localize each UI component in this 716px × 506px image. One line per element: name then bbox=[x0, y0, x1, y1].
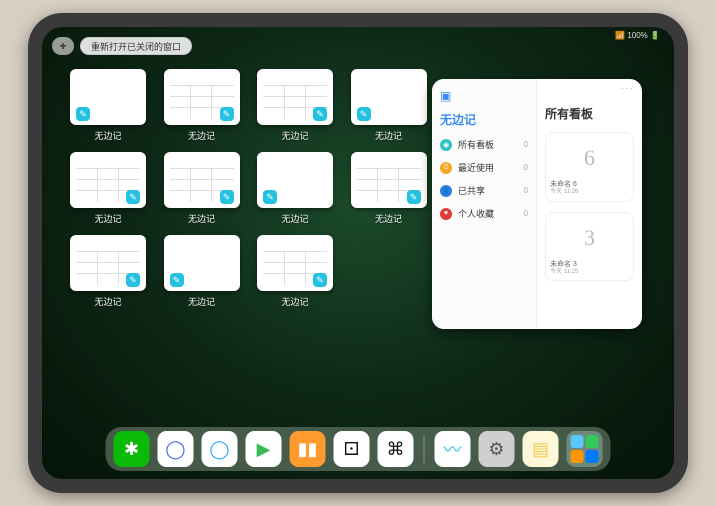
sidebar-item-count: 0 bbox=[524, 163, 528, 172]
boards-title: 所有看板 bbox=[545, 105, 634, 122]
freeform-sidebar: ▣ 无边记 ◉ 所有看板 0 ⏱ 最近使用 0 👤 已共享 0 ♥ 个人收藏 0 bbox=[432, 79, 537, 329]
sidebar-item-label: 所有看板 bbox=[458, 138, 494, 151]
window-label: 无边记 bbox=[94, 129, 121, 142]
sidebar-item-icon: 👤 bbox=[440, 185, 452, 197]
board-subtitle: 今天 11:25 bbox=[550, 269, 629, 276]
window-card[interactable]: 无边记 bbox=[70, 69, 146, 142]
sidebar-item[interactable]: 👤 已共享 0 bbox=[440, 184, 528, 197]
board-meta: 未命名 3今天 11:25 bbox=[550, 261, 629, 277]
freeform-app-chip-icon bbox=[76, 107, 90, 121]
battery-icon: 🔋 bbox=[650, 31, 660, 40]
dock-app-settings[interactable]: ⚙ bbox=[479, 431, 515, 467]
dock-app-browser-2[interactable]: ◯ bbox=[202, 431, 238, 467]
window-card[interactable]: 无边记 bbox=[351, 152, 427, 225]
window-label: 无边记 bbox=[94, 212, 121, 225]
new-window-button[interactable]: + bbox=[52, 37, 74, 55]
battery-text: 100% bbox=[627, 31, 647, 40]
window-thumbnail bbox=[70, 152, 146, 208]
dock-app-browser-1[interactable]: ◯ bbox=[158, 431, 194, 467]
window-label: 无边记 bbox=[94, 295, 121, 308]
dock-separator bbox=[424, 435, 425, 463]
freeform-app-chip-icon bbox=[313, 107, 327, 121]
window-label: 无边记 bbox=[281, 129, 308, 142]
window-card[interactable]: 无边记 bbox=[164, 69, 240, 142]
freeform-app-chip-icon bbox=[407, 190, 421, 204]
window-label: 无边记 bbox=[188, 212, 215, 225]
window-thumbnail bbox=[164, 152, 240, 208]
window-overview-grid: 无边记无边记无边记无边记无边记无边记无边记无边记无边记无边记无边记 bbox=[70, 69, 430, 308]
dock-folder[interactable] bbox=[567, 431, 603, 467]
more-button[interactable]: ··· bbox=[621, 83, 634, 94]
window-label: 无边记 bbox=[188, 295, 215, 308]
screen: 📶 100% 🔋 + 重新打开已关闭的窗口 无边记无边记无边记无边记无边记无边记… bbox=[42, 27, 674, 479]
sidebar-item[interactable]: ⏱ 最近使用 0 bbox=[440, 161, 528, 174]
sidebar-item-label: 已共享 bbox=[458, 184, 485, 197]
freeform-app-chip-icon bbox=[126, 273, 140, 287]
dock-app-dice[interactable]: ⚀ bbox=[334, 431, 370, 467]
window-card[interactable]: 无边记 bbox=[70, 235, 146, 308]
sidebar-item-icon: ♥ bbox=[440, 208, 452, 220]
wifi-icon: 📶 bbox=[615, 31, 625, 40]
window-thumbnail bbox=[164, 235, 240, 291]
window-card[interactable]: 无边记 bbox=[164, 235, 240, 308]
sidebar-item[interactable]: ♥ 个人收藏 0 bbox=[440, 207, 528, 220]
window-thumbnail bbox=[70, 235, 146, 291]
window-label: 无边记 bbox=[375, 129, 402, 142]
status-bar: 📶 100% 🔋 bbox=[615, 31, 660, 40]
dock-app-notes[interactable]: ▤ bbox=[523, 431, 559, 467]
ipad-frame: 📶 100% 🔋 + 重新打开已关闭的窗口 无边记无边记无边记无边记无边记无边记… bbox=[28, 13, 688, 493]
sidebar-item-label: 最近使用 bbox=[458, 161, 494, 174]
top-controls: + 重新打开已关闭的窗口 bbox=[52, 37, 192, 55]
window-card[interactable]: 无边记 bbox=[257, 235, 333, 308]
boards-pane: ··· 所有看板 6 未命名 6今天 11:26 3 未命名 3今天 11:25 bbox=[537, 79, 642, 329]
freeform-app-chip-icon bbox=[313, 273, 327, 287]
board-title: 未命名 3 bbox=[550, 261, 629, 269]
window-card[interactable]: 无边记 bbox=[351, 69, 427, 142]
window-card[interactable]: 无边记 bbox=[257, 69, 333, 142]
sidebar-item-count: 0 bbox=[524, 209, 528, 218]
board-thumbnail: 3 bbox=[550, 217, 629, 259]
dock-app-nodes[interactable]: ⌘ bbox=[378, 431, 414, 467]
window-thumbnail bbox=[257, 235, 333, 291]
freeform-app-chip-icon bbox=[263, 190, 277, 204]
window-card[interactable]: 无边记 bbox=[164, 152, 240, 225]
dock-app-freeform[interactable]: 〰 bbox=[435, 431, 471, 467]
window-thumbnail bbox=[257, 152, 333, 208]
freeform-app-chip-icon bbox=[170, 273, 184, 287]
dock-app-wechat[interactable]: ✱ bbox=[114, 431, 150, 467]
window-label: 无边记 bbox=[375, 212, 402, 225]
board-card[interactable]: 6 未命名 6今天 11:26 bbox=[545, 132, 634, 202]
board-meta: 未命名 6今天 11:26 bbox=[550, 181, 629, 197]
window-thumbnail bbox=[351, 69, 427, 125]
dock-app-books[interactable]: ▮▮ bbox=[290, 431, 326, 467]
freeform-app-chip-icon bbox=[126, 190, 140, 204]
freeform-app-chip-icon bbox=[220, 190, 234, 204]
sidebar-item-label: 个人收藏 bbox=[458, 207, 494, 220]
board-thumbnail: 6 bbox=[550, 137, 629, 179]
sidebar-item-count: 0 bbox=[524, 140, 528, 149]
dock-app-play[interactable]: ▶ bbox=[246, 431, 282, 467]
dock: ✱◯◯▶▮▮⚀⌘〰⚙▤ bbox=[106, 427, 611, 471]
freeform-title: 无边记 bbox=[440, 111, 528, 128]
sidebar-item-icon: ◉ bbox=[440, 139, 452, 151]
window-card[interactable]: 无边记 bbox=[257, 152, 333, 225]
board-subtitle: 今天 11:26 bbox=[550, 189, 629, 196]
board-card[interactable]: 3 未命名 3今天 11:25 bbox=[545, 212, 634, 282]
sidebar-toggle-icon[interactable]: ▣ bbox=[440, 89, 528, 103]
window-thumbnail bbox=[257, 69, 333, 125]
freeform-app-chip-icon bbox=[357, 107, 371, 121]
freeform-app-chip-icon bbox=[220, 107, 234, 121]
freeform-panel: ▣ 无边记 ◉ 所有看板 0 ⏱ 最近使用 0 👤 已共享 0 ♥ 个人收藏 0 ··· 所有看板 6… bbox=[432, 79, 642, 329]
sidebar-item-icon: ⏱ bbox=[440, 162, 452, 174]
reopen-closed-window-chip[interactable]: 重新打开已关闭的窗口 bbox=[80, 37, 192, 55]
window-card[interactable]: 无边记 bbox=[70, 152, 146, 225]
window-thumbnail bbox=[164, 69, 240, 125]
window-label: 无边记 bbox=[188, 129, 215, 142]
sidebar-item[interactable]: ◉ 所有看板 0 bbox=[440, 138, 528, 151]
window-label: 无边记 bbox=[281, 212, 308, 225]
window-thumbnail bbox=[70, 69, 146, 125]
sidebar-item-count: 0 bbox=[524, 186, 528, 195]
window-thumbnail bbox=[351, 152, 427, 208]
window-label: 无边记 bbox=[281, 295, 308, 308]
